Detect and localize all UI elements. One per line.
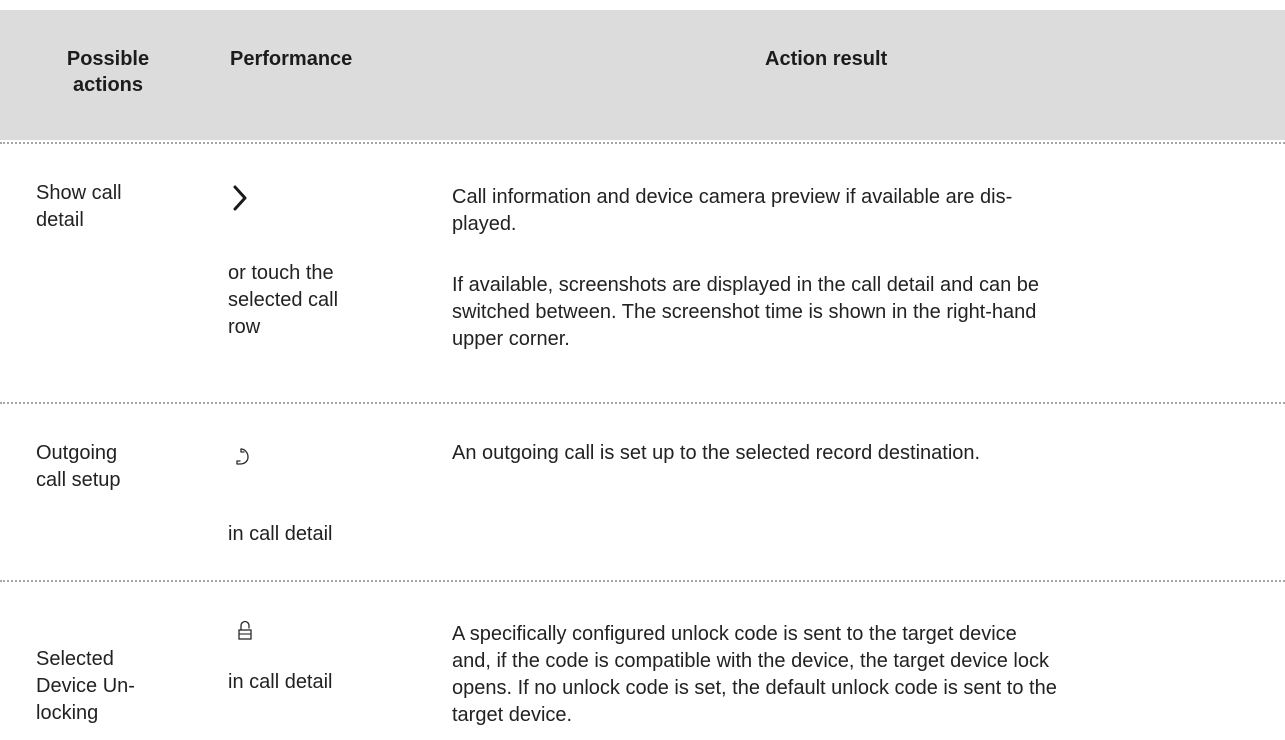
table-header: Possible actions Performance Action resu…	[0, 10, 1285, 140]
row-separator	[0, 402, 1285, 404]
header-possible-actions-line2: actions	[72, 74, 144, 96]
row-3-result-line1: A specifically configured unlock code is…	[452, 623, 1017, 645]
row-1-result-paragraph-1: Call information and device camera previ…	[452, 184, 1262, 238]
row-3-result-line3: opens. If no unlock code is set, the def…	[452, 677, 1057, 699]
row-3-result-line4: target device.	[452, 704, 573, 726]
row-1-performance-line3: row	[228, 316, 261, 338]
row-1-result-p2-line1: If available, screenshots are displayed …	[452, 274, 1040, 296]
row-2-action-line2: call setup	[36, 469, 121, 491]
row-1-result-p1-line1: Call information and device camera previ…	[452, 186, 1013, 208]
row-2-action-line1: Outgoing	[36, 442, 118, 464]
row-2-action: Outgoing call setup	[36, 440, 186, 494]
row-3-action-line1: Selected	[36, 648, 114, 670]
row-3-result: A specifically configured unlock code is…	[452, 621, 1262, 729]
header-action-result: Action result	[765, 48, 888, 70]
phone-handset-icon	[236, 448, 249, 465]
row-3-performance: in call detail	[228, 671, 333, 693]
row-1-performance-line2: selected call	[228, 289, 339, 311]
header-possible-actions: Possible actions	[30, 46, 186, 98]
row-1-action-line2: detail	[36, 209, 84, 231]
row-2-result-line1: An outgoing call is set up to the select…	[452, 442, 981, 464]
row-1-performance-line1: or touch the	[228, 262, 334, 284]
row-1-result-paragraph-2: If available, screenshots are displayed …	[452, 272, 1262, 353]
row-2-result: An outgoing call is set up to the select…	[452, 440, 1262, 467]
header-performance: Performance	[230, 48, 353, 70]
row-separator	[0, 142, 1285, 144]
row-1-result-p2-line2: switched between. The screenshot time is…	[452, 301, 1037, 323]
row-3-action-line3: locking	[36, 702, 99, 724]
row-1-result-p1-line2: played.	[452, 213, 517, 235]
lock-icon	[238, 620, 252, 640]
row-1-action: Show call detail	[36, 180, 186, 234]
row-3-action-line2: Device Un-	[36, 675, 135, 697]
row-separator	[0, 580, 1285, 582]
row-1-result-p2-line3: upper corner.	[452, 328, 570, 350]
header-possible-actions-line1: Possible	[66, 48, 150, 70]
row-1-action-line1: Show call	[36, 182, 122, 204]
row-2-performance: in call detail	[228, 523, 333, 545]
row-1-performance: or touch the selected call row	[228, 260, 408, 341]
row-3-result-line2: and, if the code is compatible with the …	[452, 650, 1050, 672]
chevron-right-icon	[233, 185, 247, 211]
row-3-action: Selected Device Un- locking	[36, 646, 186, 727]
